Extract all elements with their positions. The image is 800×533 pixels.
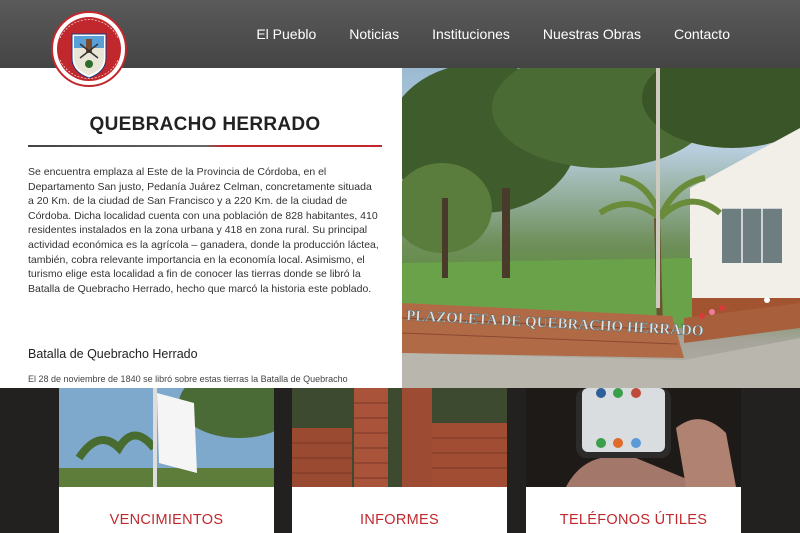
card-telefonos-utiles[interactable]: TELÉFONOS ÚTILES xyxy=(526,388,741,533)
card-informes[interactable]: INFORMES xyxy=(292,388,507,533)
nav-link-el-pueblo[interactable]: El Pueblo xyxy=(256,26,316,42)
nav-link-nuestras-obras[interactable]: Nuestras Obras xyxy=(543,26,641,42)
page-title: QUEBRACHO HERRADO xyxy=(89,114,321,135)
intro-panel: QUEBRACHO HERRADO Se encuentra emplaza a… xyxy=(0,68,402,388)
card-label: INFORMES xyxy=(292,487,507,533)
brick-wall-photo xyxy=(292,388,507,487)
nav-link-instituciones[interactable]: Instituciones xyxy=(432,26,510,42)
flag-photo xyxy=(59,388,274,487)
town-description: Se encuentra emplaza al Este de la Provi… xyxy=(28,166,379,295)
plaza-illustration: PLAZOLETA DE QUEBRACHO HERRADO xyxy=(402,68,800,388)
title-divider xyxy=(28,145,382,147)
phone-photo xyxy=(526,388,741,487)
card-label: TELÉFONOS ÚTILES xyxy=(526,487,741,533)
section-title: Batalla de Quebracho Herrado xyxy=(28,347,198,361)
card-label: VENCIMIENTOS xyxy=(59,487,274,533)
main-nav: El Pueblo Noticias Instituciones Nuestra… xyxy=(256,0,730,68)
town-square-photo: PLAZOLETA DE QUEBRACHO HERRADO xyxy=(402,68,800,388)
card-vencimientos[interactable]: VENCIMIENTOS xyxy=(59,388,274,533)
section-snippet: El 28 de noviembre de 1840 se libró sobr… xyxy=(28,374,348,384)
municipal-seal-logo[interactable] xyxy=(50,8,128,90)
nav-link-contacto[interactable]: Contacto xyxy=(674,26,730,42)
nav-link-noticias[interactable]: Noticias xyxy=(349,26,399,42)
